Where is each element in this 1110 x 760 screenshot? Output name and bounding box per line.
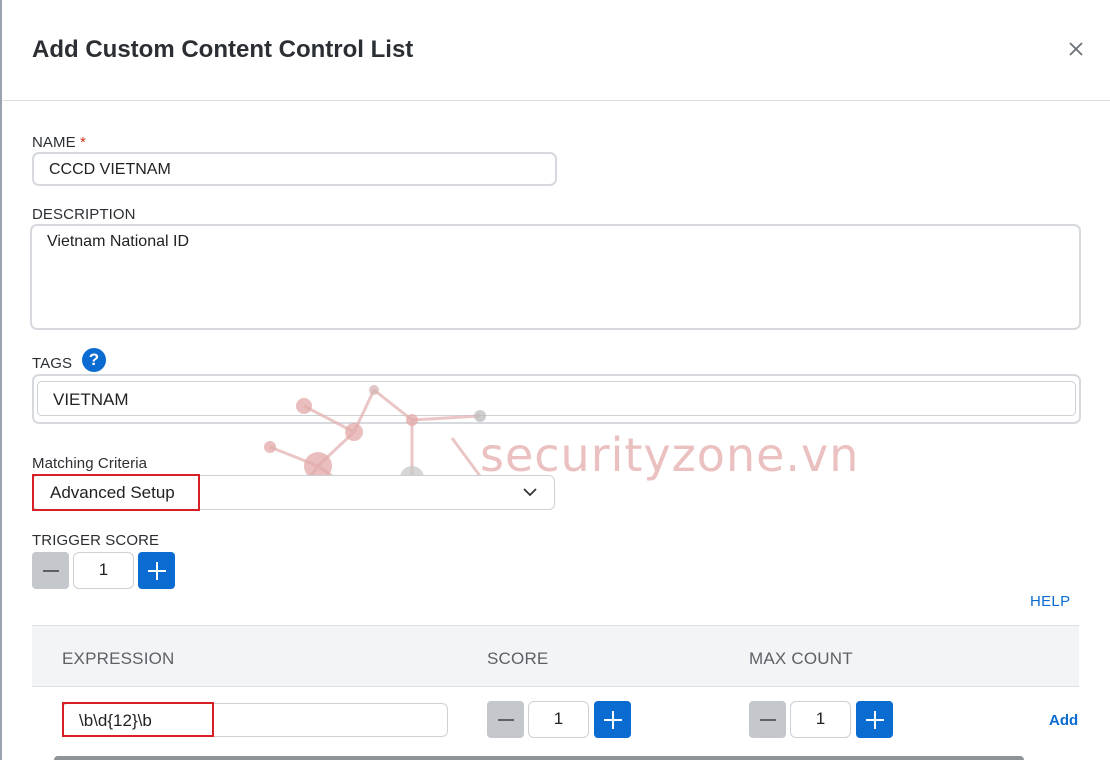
score-minus-button[interactable]	[487, 701, 524, 738]
description-field-value: Vietnam National ID	[47, 233, 189, 250]
column-header-max-count: MAX COUNT	[749, 649, 853, 668]
dialog-header: Add Custom Content Control List	[2, 0, 1110, 101]
trigger-score-input[interactable]: 1	[73, 552, 134, 589]
trigger-plus-button[interactable]	[138, 552, 175, 589]
horizontal-scrollbar[interactable]	[54, 756, 1024, 760]
watermark-text: securityzone.vn	[480, 428, 860, 482]
name-field[interactable]: CCCD VIETNAM	[32, 152, 557, 186]
column-header-expression: EXPRESSION	[62, 649, 175, 668]
question-circle-icon[interactable]: ?	[82, 348, 106, 372]
add-custom-content-dialog: Add Custom Content Control List NAME * C…	[2, 0, 1110, 760]
name-label: NAME *	[32, 134, 86, 151]
chevron-down-icon	[523, 488, 537, 497]
max-count-input[interactable]: 1	[790, 701, 851, 738]
dialog-title: Add Custom Content Control List	[32, 36, 414, 63]
tags-field[interactable]: VIETNAM	[32, 374, 1081, 424]
expression-table-header: EXPRESSION SCORE MAX COUNT	[32, 625, 1079, 687]
trigger-minus-button[interactable]	[32, 552, 69, 589]
required-marker: *	[80, 134, 86, 151]
add-expression-link[interactable]: Add	[1049, 712, 1078, 729]
max-count-minus-button[interactable]	[749, 701, 786, 738]
tags-label: TAGS	[32, 355, 73, 372]
score-plus-button[interactable]	[594, 701, 631, 738]
name-field-value: CCCD VIETNAM	[49, 161, 171, 178]
description-label: DESCRIPTION	[32, 206, 136, 223]
help-link[interactable]: HELP	[1030, 593, 1070, 610]
max-count-plus-button[interactable]	[856, 701, 893, 738]
matching-criteria-label: Matching Criteria	[32, 455, 148, 472]
name-label-text: NAME	[32, 134, 76, 151]
score-input[interactable]: 1	[528, 701, 589, 738]
description-field[interactable]: Vietnam National ID	[30, 224, 1081, 330]
tags-input[interactable]: VIETNAM	[37, 381, 1076, 416]
trigger-score-label: TRIGGER SCORE	[32, 532, 160, 549]
highlight-box-matching	[32, 474, 200, 511]
highlight-box-expression	[62, 702, 214, 737]
column-header-score: SCORE	[487, 649, 549, 668]
close-icon[interactable]	[1065, 38, 1087, 60]
tags-input-value: VIETNAM	[53, 390, 129, 409]
